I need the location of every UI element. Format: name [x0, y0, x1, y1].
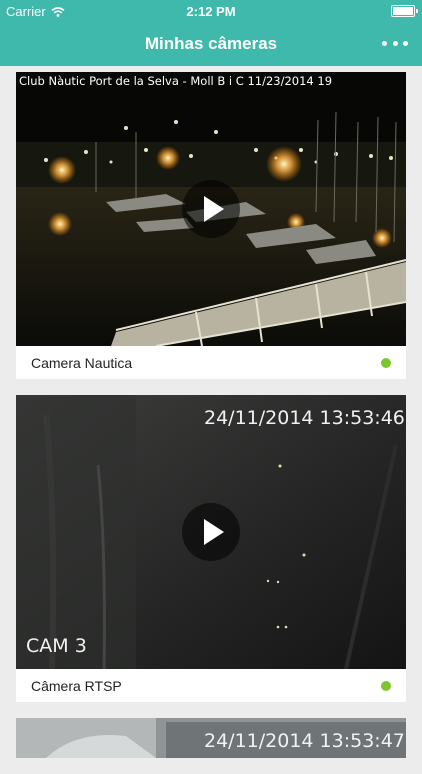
camera-preview[interactable]: 24/11/2014 13:53:47 — [16, 718, 406, 758]
status-bar: Carrier 2:12 PM — [0, 0, 422, 22]
online-status-icon — [381, 358, 391, 368]
camera-card[interactable]: 24/11/2014 13:53:47 — [16, 718, 406, 758]
play-icon[interactable] — [182, 503, 240, 561]
camera-timestamp: 24/11/2014 13:53:47 — [204, 730, 405, 752]
camera-label: CAM 3 — [26, 635, 87, 657]
page-title: Minhas câmeras — [144, 34, 278, 53]
clock: 2:12 PM — [186, 4, 236, 19]
play-icon[interactable] — [182, 180, 240, 238]
battery-icon — [391, 5, 418, 17]
online-status-icon — [381, 681, 391, 691]
camera-info[interactable]: Camera Nautica — [16, 346, 406, 379]
camera-list: Club Nàutic Port de la Selva - Moll B i … — [16, 72, 406, 774]
camera-card[interactable]: 24/11/2014 13:53:46 CAM 3 Câmera RTSP — [16, 395, 406, 702]
navigation-bar: Minhas câmeras — [0, 22, 422, 66]
camera-preview[interactable]: 24/11/2014 13:53:46 CAM 3 — [16, 395, 406, 669]
camera-card[interactable]: Club Nàutic Port de la Selva - Moll B i … — [16, 72, 406, 379]
camera-timestamp: 24/11/2014 13:53:46 — [204, 407, 405, 429]
camera-overlay-text: Club Nàutic Port de la Selva - Moll B i … — [19, 74, 333, 88]
camera-name: Camera Nautica — [31, 355, 133, 371]
more-dots-icon[interactable] — [382, 32, 408, 54]
camera-info[interactable]: Câmera RTSP — [16, 669, 406, 702]
camera-name: Câmera RTSP — [31, 678, 122, 694]
camera-preview[interactable]: Club Nàutic Port de la Selva - Moll B i … — [16, 72, 406, 346]
